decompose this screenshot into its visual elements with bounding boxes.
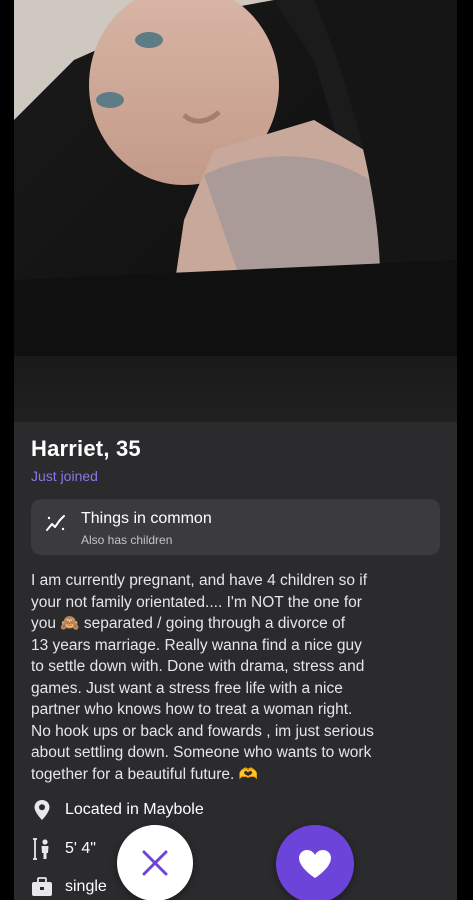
things-in-common-title: Things in common: [81, 510, 212, 527]
profile-photo-illustration: [14, 0, 457, 356]
profile-name-age: Harriet, 35: [31, 436, 141, 461]
heart-icon: [299, 850, 331, 878]
detail-location-text: Located in Maybole: [65, 801, 204, 818]
things-in-common-card[interactable]: Things in common Also has children: [31, 499, 440, 555]
profile-photo[interactable]: [14, 0, 457, 356]
bio-line: together for a beautiful future. 🫶: [31, 765, 258, 783]
profile-bio: I am currently pregnant, and have 4 chil…: [31, 570, 443, 785]
close-icon: [142, 850, 168, 876]
profile-info: Harriet, 35 Just joined Things in common…: [14, 422, 457, 900]
detail-relationship-text: single: [65, 878, 107, 895]
profile-screen: Harriet, 35 Just joined Things in common…: [14, 0, 457, 900]
location-pin-icon: [31, 799, 53, 821]
bio-line: I am currently pregnant, and have 4 chil…: [31, 572, 368, 589]
bio-line: No hook ups or back and fowards , im jus…: [31, 722, 374, 740]
detail-height-text: 5' 4": [65, 840, 96, 857]
detail-height: 5' 4": [31, 837, 96, 861]
bio-line: your not family orientated.... I'm NOT t…: [31, 593, 362, 611]
briefcase-icon: [31, 876, 53, 898]
like-button[interactable]: [276, 825, 354, 900]
height-icon: [31, 838, 53, 860]
pass-button[interactable]: [117, 825, 193, 900]
bio-line: partner who knows how to treat a woman r…: [31, 701, 353, 718]
bio-line: 13 years marriage. Really wanna find a n…: [31, 636, 362, 654]
photo-overlay: [14, 356, 457, 422]
bio-line: games. Just want a stress free life with…: [31, 679, 343, 697]
detail-location: Located in Maybole: [31, 798, 204, 822]
things-in-common-subtitle: Also has children: [81, 533, 173, 547]
trend-icon: [46, 515, 65, 531]
bio-line: about settling down. Someone who wants t…: [31, 744, 372, 761]
detail-relationship: single: [31, 875, 107, 899]
bio-line: you 🙈 separated / going through a divorc…: [31, 615, 345, 632]
profile-status: Just joined: [31, 468, 98, 484]
bio-line: to settle down with. Done with drama, st…: [31, 658, 365, 675]
